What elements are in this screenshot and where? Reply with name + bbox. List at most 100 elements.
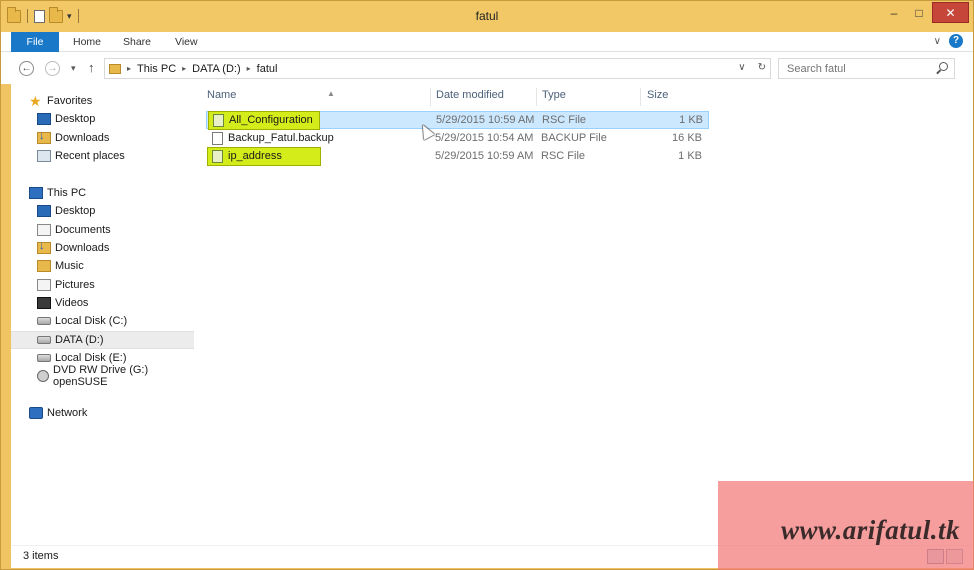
address-tools: ∨ ↻ (738, 62, 766, 73)
file-type: BACKUP File (541, 132, 607, 144)
folder-icon (109, 63, 121, 74)
sidebar-item-data-d[interactable]: DATA (D:) (11, 331, 194, 349)
sidebar-item-label: Favorites (47, 95, 93, 107)
content-area: ★ Favorites Desktop Downloads Recent pla… (11, 84, 973, 545)
address-bar[interactable]: ▸ This PC ▸ DATA (D:) ▸ fatul ∨ ↻ (104, 58, 771, 79)
title-bar[interactable]: ▾ fatul – □ ✕ (1, 1, 973, 32)
column-divider[interactable] (430, 88, 431, 106)
sidebar-item-desktop[interactable]: Desktop (11, 202, 194, 220)
up-button[interactable]: ↑ (88, 60, 95, 75)
tab-file[interactable]: File (11, 32, 59, 52)
navigation-bar: ← → ▾ ↑ ▸ This PC ▸ DATA (D:) ▸ fatul ∨ … (1, 52, 973, 84)
chevron-down-icon[interactable]: ∨ (738, 62, 745, 73)
new-folder-icon[interactable] (49, 6, 63, 23)
column-header-name[interactable]: Name ▲ (207, 89, 335, 101)
watermark-text: www.arifatul.tk (780, 515, 960, 545)
column-header-date[interactable]: Date modified (436, 89, 504, 101)
sidebar-item-this-pc[interactable]: This PC (11, 184, 194, 202)
search-input[interactable] (779, 59, 929, 78)
file-size: 1 KB (678, 150, 702, 162)
rsc-file-icon (213, 114, 224, 127)
breadcrumb-this-pc[interactable]: This PC (137, 63, 176, 75)
sidebar-item-downloads[interactable]: Downloads (11, 239, 194, 257)
sidebar-item-recent-places[interactable]: Recent places (11, 147, 194, 165)
file-icon (212, 132, 223, 145)
desktop-icon (37, 205, 51, 217)
column-divider[interactable] (536, 88, 537, 106)
downloads-icon (37, 240, 51, 254)
sidebar-item-desktop[interactable]: Desktop (11, 110, 194, 128)
sidebar-item-network[interactable]: Network (11, 404, 194, 422)
quick-access-toolbar: ▾ (7, 6, 81, 23)
toolbar-divider (27, 9, 28, 23)
chevron-right-icon[interactable]: ▸ (247, 64, 251, 73)
forward-button[interactable]: → (45, 61, 60, 76)
file-name: All_Configuration (229, 114, 313, 126)
desktop-icon (37, 113, 51, 125)
column-header-type[interactable]: Type (542, 89, 566, 101)
sidebar-item-label: DATA (D:) (55, 334, 104, 346)
file-row[interactable]: ip_address 5/29/2015 10:59 AM RSC File 1… (206, 147, 709, 166)
sidebar-item-label: Desktop (55, 205, 96, 217)
column-divider[interactable] (640, 88, 641, 106)
search-icon[interactable] (939, 62, 948, 71)
documents-icon (37, 224, 51, 236)
column-header-size[interactable]: Size (647, 89, 668, 101)
sidebar-item-music[interactable]: Music (11, 257, 194, 275)
network-icon (29, 407, 43, 419)
file-type: RSC File (541, 150, 586, 162)
sidebar-item-label: Desktop (55, 113, 96, 125)
properties-icon[interactable] (34, 9, 45, 23)
minimize-button[interactable]: – (881, 2, 907, 23)
watermark: www.arifatul.tk (718, 481, 974, 570)
file-size: 1 KB (679, 114, 703, 126)
local-disk-icon (37, 317, 51, 325)
navigation-pane[interactable]: ★ Favorites Desktop Downloads Recent pla… (11, 84, 194, 545)
star-icon: ★ (29, 93, 42, 109)
rsc-file-icon (212, 150, 223, 163)
refresh-icon[interactable]: ↻ (758, 62, 766, 73)
ribbon-tabs: File Home Share View ∨ ? (1, 32, 973, 52)
sidebar-item-videos[interactable]: Videos (11, 294, 194, 312)
customize-toolbar-icon[interactable]: ▾ (67, 11, 72, 22)
sidebar-item-dvd-drive[interactable]: DVD RW Drive (G:) openSUSE (11, 364, 194, 388)
breadcrumb-data-drive[interactable]: DATA (D:) (192, 63, 240, 75)
chevron-right-icon[interactable]: ▸ (182, 64, 186, 73)
file-list[interactable]: Name ▲ Date modified Type Size All_Confi… (194, 84, 973, 545)
sidebar-item-pictures[interactable]: Pictures (11, 276, 194, 294)
tab-home[interactable]: Home (73, 32, 101, 52)
explorer-window: ▾ fatul – □ ✕ File Home Share View ∨ ? ←… (0, 0, 974, 570)
sidebar-item-favorites[interactable]: ★ Favorites (11, 92, 194, 110)
file-name: ip_address (228, 150, 282, 162)
pictures-icon (37, 279, 51, 291)
back-button[interactable]: ← (19, 61, 34, 76)
sidebar-item-label: Downloads (55, 132, 110, 144)
chevron-right-icon[interactable]: ▸ (127, 64, 131, 73)
window-title: fatul (475, 9, 499, 23)
tab-view[interactable]: View (175, 32, 198, 52)
sort-ascending-icon: ▲ (327, 89, 335, 98)
sidebar-item-local-disk-c[interactable]: Local Disk (C:) (11, 312, 194, 330)
file-date: 5/29/2015 10:54 AM (435, 132, 534, 144)
recent-places-icon (37, 150, 51, 162)
expand-ribbon-icon[interactable]: ∨ (934, 36, 941, 47)
breadcrumb-fatul[interactable]: fatul (257, 63, 278, 75)
recent-locations-icon[interactable]: ▾ (71, 63, 76, 74)
tab-share[interactable]: Share (123, 32, 151, 52)
sidebar-item-label: Recent places (55, 150, 125, 162)
maximize-button[interactable]: □ (907, 2, 931, 23)
music-icon (37, 260, 51, 272)
sidebar-item-label: Pictures (55, 279, 95, 291)
folder-icon (7, 6, 21, 23)
file-row[interactable]: All_Configuration 5/29/2015 10:59 AM RSC… (206, 111, 709, 130)
file-row[interactable]: Backup_Fatul.backup 5/29/2015 10:54 AM B… (206, 130, 709, 148)
close-button[interactable]: ✕ (932, 2, 969, 23)
file-type: RSC File (542, 114, 587, 126)
help-icon[interactable]: ? (949, 34, 963, 48)
search-box[interactable] (778, 58, 955, 79)
sidebar-item-downloads[interactable]: Downloads (11, 129, 194, 147)
computer-icon (29, 187, 43, 199)
dvd-drive-icon (37, 370, 49, 382)
sidebar-item-label: Documents (55, 224, 111, 236)
sidebar-item-documents[interactable]: Documents (11, 221, 194, 239)
